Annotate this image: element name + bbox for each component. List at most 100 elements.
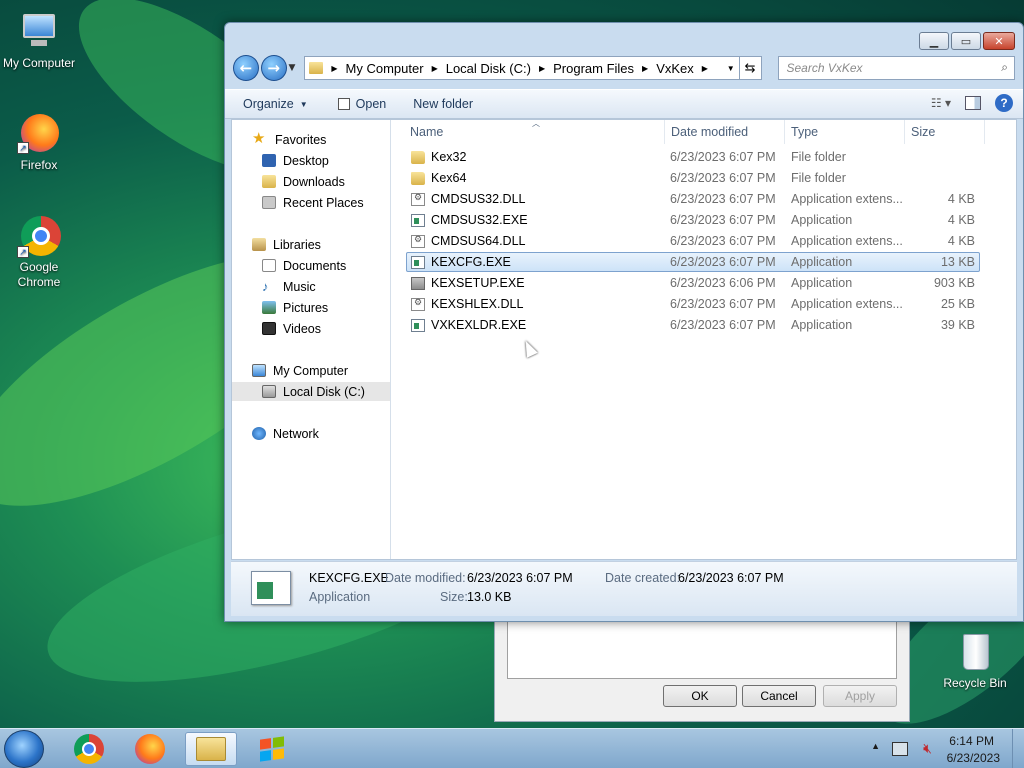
- file-row[interactable]: KEXCFG.EXE 6/23/2023 6:07 PM Application 13…: [406, 252, 980, 272]
- taskbar-app-windows[interactable]: [246, 732, 298, 766]
- file-row[interactable]: Kex32 6/23/2023 6:07 PM File folder: [406, 147, 980, 167]
- column-header-size[interactable]: Size: [911, 125, 935, 139]
- column-headers: Name ︿ Date modified Type Size: [392, 119, 1016, 144]
- file-row[interactable]: Kex64 6/23/2023 6:07 PM File folder: [406, 168, 980, 188]
- back-button[interactable]: ←: [233, 55, 259, 81]
- nav-libraries[interactable]: Libraries: [232, 235, 390, 254]
- breadcrumb-separator[interactable]: ▶: [539, 64, 545, 73]
- nav-label: Local Disk (C:): [283, 384, 365, 399]
- nav-pictures[interactable]: Pictures: [232, 298, 390, 317]
- new-folder-button[interactable]: New folder: [413, 97, 473, 111]
- address-row: ← → ▼ ▶ My Computer ▶ Local Disk (C:) ▶ …: [233, 55, 1016, 81]
- desktop-icon-label: Firefox: [20, 158, 58, 172]
- search-icon[interactable]: ⌕: [1001, 60, 1008, 75]
- breadcrumb-program-files[interactable]: Program Files: [553, 61, 634, 76]
- file-name: CMDSUS64.DLL: [431, 234, 526, 248]
- caption-buttons: ▁ ▭ ✕: [919, 32, 1015, 50]
- breadcrumb-separator[interactable]: ▶: [331, 64, 337, 73]
- start-button[interactable]: [4, 730, 44, 768]
- volume-muted-icon[interactable]: 🔇︎: [923, 740, 932, 757]
- taskbar-chrome[interactable]: [63, 732, 115, 766]
- view-controls: ☷ ▾ ?: [931, 94, 1013, 112]
- nav-recent-places[interactable]: Recent Places: [232, 193, 390, 212]
- taskbar-firefox[interactable]: [124, 732, 176, 766]
- column-divider[interactable]: [664, 120, 665, 144]
- taskbar-explorer[interactable]: [185, 732, 237, 766]
- file-name: VXKEXLDR.EXE: [431, 318, 527, 332]
- file-row[interactable]: KEXSETUP.EXE 6/23/2023 6:06 PM Application…: [406, 273, 980, 293]
- breadcrumb-separator[interactable]: ▶: [432, 64, 438, 73]
- nav-favorites[interactable]: ★ Favorites: [232, 130, 390, 149]
- column-divider[interactable]: [984, 120, 985, 144]
- nav-label: Libraries: [273, 237, 321, 252]
- breadcrumb-my-computer[interactable]: My Computer: [346, 61, 424, 76]
- videos-icon: [262, 322, 276, 335]
- details-date-created: 6/23/2023 6:07 PM: [678, 571, 784, 585]
- nav-downloads[interactable]: Downloads: [232, 172, 390, 191]
- ok-button[interactable]: OK: [663, 685, 737, 707]
- view-options-icon[interactable]: ☷ ▾: [931, 96, 951, 110]
- nav-my-computer[interactable]: My Computer: [232, 361, 390, 380]
- network-tray-icon[interactable]: [892, 742, 908, 756]
- clock-time[interactable]: 6:14 PM: [949, 734, 994, 748]
- breadcrumb-local-disk[interactable]: Local Disk (C:): [446, 61, 531, 76]
- address-bar[interactable]: ▶ My Computer ▶ Local Disk (C:) ▶ Progra…: [304, 56, 740, 80]
- address-dropdown-icon[interactable]: ▼: [727, 64, 735, 73]
- breadcrumb-separator[interactable]: ▶: [702, 64, 708, 73]
- nav-local-disk[interactable]: Local Disk (C:): [232, 382, 390, 401]
- desktop-icon-recycle-bin[interactable]: Recycle Bin: [935, 630, 1015, 690]
- desktop-icon-google-chrome[interactable]: ↗ Google Chrome: [0, 214, 79, 290]
- folder-icon: [411, 172, 425, 185]
- clock-date[interactable]: 6/23/2023: [947, 751, 1000, 765]
- organize-button[interactable]: Organize ▼: [243, 97, 308, 111]
- file-row[interactable]: CMDSUS64.DLL 6/23/2023 6:07 PM Application…: [406, 231, 980, 251]
- file-date-modified: 6/23/2023 6:06 PM: [670, 276, 776, 290]
- minimize-button[interactable]: ▁: [919, 32, 949, 50]
- recycle-bin-icon: [953, 630, 997, 674]
- column-divider[interactable]: [904, 120, 905, 144]
- dll-icon: [411, 192, 425, 206]
- nav-network[interactable]: Network: [232, 424, 390, 443]
- search-input[interactable]: Search VxKex ⌕: [777, 56, 1016, 80]
- file-size: 13 KB: [940, 255, 975, 269]
- title-bar[interactable]: ▁ ▭ ✕: [225, 23, 1023, 51]
- forward-button[interactable]: →: [260, 55, 287, 81]
- dll-icon: [411, 234, 425, 248]
- application-icon: [411, 256, 425, 269]
- help-icon[interactable]: ?: [995, 94, 1013, 112]
- preview-pane-icon[interactable]: [965, 96, 981, 110]
- maximize-button[interactable]: ▭: [951, 32, 981, 50]
- file-list: Name ︿ Date modified Type Size Kex32 6/23…: [392, 119, 1016, 559]
- close-button[interactable]: ✕: [983, 32, 1015, 50]
- firefox-icon: [135, 734, 165, 764]
- recent-pages-dropdown[interactable]: ▼: [289, 63, 301, 73]
- cancel-button[interactable]: Cancel: [742, 685, 816, 707]
- file-row[interactable]: CMDSUS32.EXE 6/23/2023 6:07 PM Application…: [406, 210, 980, 230]
- apply-button[interactable]: Apply: [823, 685, 897, 707]
- file-row[interactable]: KEXSHLEX.DLL 6/23/2023 6:07 PM Application…: [406, 294, 980, 314]
- refresh-button[interactable]: ⇆: [739, 56, 762, 80]
- file-row[interactable]: VXKEXLDR.EXE 6/23/2023 6:07 PM Application…: [406, 315, 980, 335]
- desktop-icon-firefox[interactable]: ↗ Firefox: [0, 112, 79, 172]
- details-pane: KEXCFG.EXE Application Date modified: 6/…: [231, 561, 1017, 616]
- file-name: Kex32: [431, 150, 467, 164]
- open-icon: [337, 98, 350, 110]
- nav-desktop[interactable]: Desktop: [232, 151, 390, 170]
- file-row[interactable]: CMDSUS32.DLL 6/23/2023 6:07 PM Application…: [406, 189, 980, 209]
- file-size: 4 KB: [947, 234, 975, 248]
- nav-videos[interactable]: Videos: [232, 319, 390, 338]
- nav-documents[interactable]: Documents: [232, 256, 390, 275]
- file-type: Application: [791, 213, 853, 227]
- open-button[interactable]: Open: [337, 97, 386, 111]
- column-header-type[interactable]: Type: [791, 125, 818, 139]
- show-hidden-icons-button[interactable]: ▲: [871, 741, 880, 751]
- breadcrumb-vxkex[interactable]: VxKex: [656, 61, 694, 76]
- desktop-icon-my-computer[interactable]: My Computer: [0, 10, 79, 70]
- computer-icon: [252, 364, 266, 377]
- breadcrumb-separator[interactable]: ▶: [642, 64, 648, 73]
- nav-music[interactable]: ♪ Music: [232, 277, 390, 296]
- column-divider[interactable]: [784, 120, 785, 144]
- column-header-name[interactable]: Name: [410, 125, 443, 139]
- column-header-date[interactable]: Date modified: [671, 125, 748, 139]
- show-desktop-button[interactable]: [1012, 729, 1024, 768]
